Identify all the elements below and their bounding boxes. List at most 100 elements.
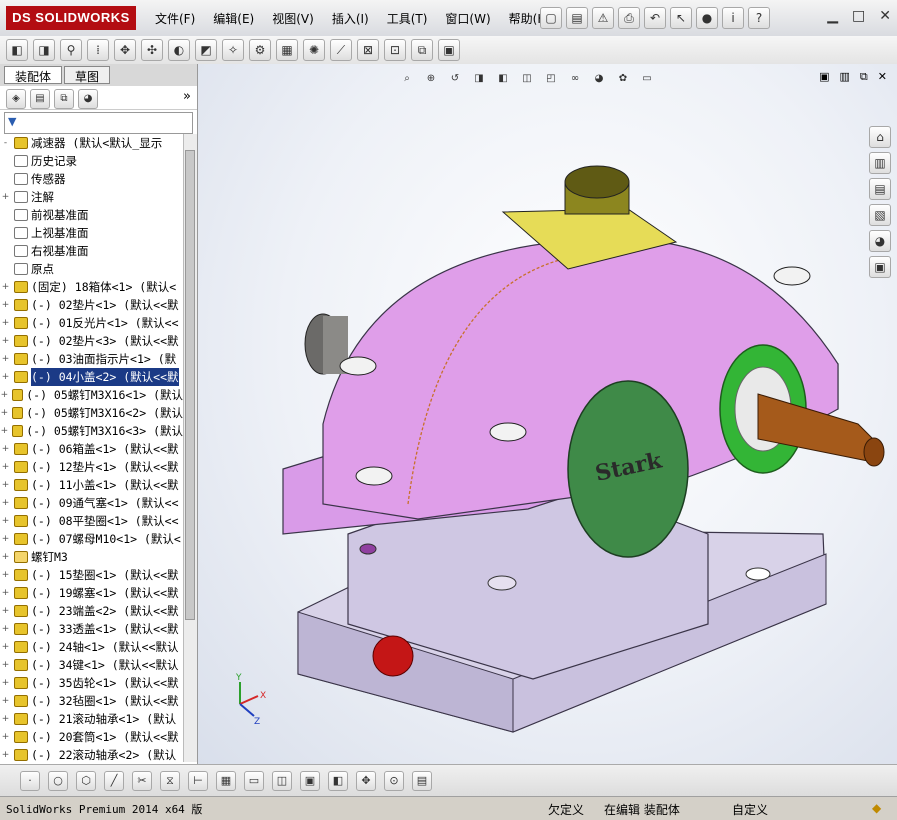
tree-item[interactable]: + (-) 35齿轮<1> (默认<<默 <box>0 674 183 692</box>
maximize-icon[interactable]: □ <box>852 8 865 24</box>
expand-toggle-icon[interactable]: + <box>0 368 11 386</box>
tree-item[interactable]: + (-) 20套筒<1> (默认<<默 <box>0 728 183 746</box>
expand-toggle-icon[interactable]: + <box>0 656 11 674</box>
filter-box[interactable]: ▼ <box>4 112 193 134</box>
undo-icon[interactable]: ↶ <box>644 7 666 29</box>
tree-item[interactable]: 历史记录 <box>0 152 183 170</box>
minimize-icon[interactable]: ▁ <box>827 8 838 24</box>
menu-item-0[interactable]: 文件(F) <box>146 10 204 27</box>
interference-detection-icon[interactable]: ⊠ <box>357 39 379 61</box>
clearance-verification-icon[interactable]: ⊡ <box>384 39 406 61</box>
tree-scrollbar[interactable] <box>183 134 197 762</box>
tree-item[interactable]: + (-) 11小盖<1> (默认<<默 <box>0 476 183 494</box>
reference-geometry-icon[interactable]: ✧ <box>222 39 244 61</box>
tree-item[interactable]: + (-) 08平垫圈<1> (默认<< <box>0 512 183 530</box>
gear-reducer-model[interactable]: Stark Y X Z <box>198 64 897 764</box>
expand-toggle-icon[interactable]: + <box>0 710 11 728</box>
grid-icon[interactable]: ▦ <box>216 771 236 791</box>
tree-item[interactable]: + (-) 02垫片<3> (默认<<默 <box>0 332 183 350</box>
tree-item[interactable]: + (-) 34键<1> (默认<<默认 <box>0 656 183 674</box>
configuration-manager-icon[interactable]: ⧉ <box>54 89 74 109</box>
tree-item[interactable]: + (-) 33透盖<1> (默认<<默 <box>0 620 183 638</box>
mirror-icon[interactable]: ⧖ <box>160 771 180 791</box>
insert-component-icon[interactable]: ◧ <box>6 39 28 61</box>
tree-item[interactable]: + 螺钉M3 <box>0 548 183 566</box>
feature-manager-icon[interactable]: ◈ <box>6 89 26 109</box>
expand-toggle-icon[interactable]: + <box>0 602 11 620</box>
tree-item[interactable]: + (-) 02垫片<1> (默认<<默 <box>0 296 183 314</box>
select-pointer-icon[interactable]: ↖ <box>670 7 692 29</box>
traffic-light-icon[interactable]: ● <box>696 7 718 29</box>
new-document-icon[interactable]: ▢ <box>540 7 562 29</box>
section-icon[interactable]: ◧ <box>328 771 348 791</box>
tab-sketch[interactable]: 草图 <box>64 66 111 84</box>
menu-item-3[interactable]: 插入(I) <box>323 10 378 27</box>
home-icon[interactable]: ⌂ <box>869 126 891 148</box>
appearances-icon[interactable]: ◕ <box>869 230 891 252</box>
view-palette-icon[interactable]: ▧ <box>869 204 891 226</box>
expand-toggle-icon[interactable]: + <box>0 584 11 602</box>
tree-item[interactable]: + (-) 04小盖<2> (默认<<默 <box>0 368 183 386</box>
dimension-icon[interactable]: ⊢ <box>188 771 208 791</box>
move-component-icon[interactable]: ✣ <box>141 39 163 61</box>
circle-icon[interactable]: ○ <box>48 771 68 791</box>
expand-toggle-icon[interactable]: + <box>0 314 11 332</box>
expand-toggle-icon[interactable]: + <box>0 476 11 494</box>
tree-item[interactable]: - 减速器 (默认<默认_显示 <box>0 134 183 152</box>
expand-toggle-icon[interactable]: + <box>0 332 11 350</box>
expand-toggle-icon[interactable]: + <box>0 458 11 476</box>
tree-item[interactable]: + (固定) 18箱体<1> (默认< <box>0 278 183 296</box>
tree-item[interactable]: + (-) 32毡圈<1> (默认<<默 <box>0 692 183 710</box>
bill-of-materials-icon[interactable]: ▦ <box>276 39 298 61</box>
expand-toggle-icon[interactable]: + <box>0 512 11 530</box>
table-icon[interactable]: ▤ <box>412 771 432 791</box>
trim-icon[interactable]: ✂ <box>132 771 152 791</box>
tree-item[interactable]: 原点 <box>0 260 183 278</box>
graphics-area[interactable]: ⌕ ⊕ ↺ ◨ ◧ ◫ ◰ ∞ ◕ ✿ ▭ ▣ ▥ ⧉ ✕ Stark Y X … <box>198 64 897 764</box>
expand-toggle-icon[interactable]: + <box>0 692 11 710</box>
tree-item[interactable]: + (-) 05螺钉M3X16<2> (默认 <box>0 404 183 422</box>
expand-toggle-icon[interactable]: + <box>0 728 11 746</box>
rebuild-warning-icon[interactable]: ⚠ <box>592 7 614 29</box>
tree-item[interactable]: + (-) 21滚动轴承<1> (默认 <box>0 710 183 728</box>
tree-item[interactable]: + (-) 06箱盖<1> (默认<<默 <box>0 440 183 458</box>
menu-item-5[interactable]: 窗口(W) <box>436 10 499 27</box>
shaded-view-icon[interactable]: ▣ <box>300 771 320 791</box>
tree-item[interactable]: + (-) 01反光片<1> (默认<< <box>0 314 183 332</box>
new-motion-study-icon[interactable]: ⚙ <box>249 39 271 61</box>
tree-item[interactable]: 右视基准面 <box>0 242 183 260</box>
tree-item[interactable]: 传感器 <box>0 170 183 188</box>
tree-item[interactable]: 前视基准面 <box>0 206 183 224</box>
polygon-icon[interactable]: ⬡ <box>76 771 96 791</box>
explode-line-sketch-icon[interactable]: ⟋ <box>330 39 352 61</box>
expand-toggle-icon[interactable]: + <box>0 350 11 368</box>
close-icon[interactable]: ✕ <box>879 8 891 24</box>
expand-toggle-icon[interactable]: + <box>0 386 9 404</box>
tree-item[interactable]: 上视基准面 <box>0 224 183 242</box>
tree-item[interactable]: + (-) 23端盖<2> (默认<<默 <box>0 602 183 620</box>
expand-panel-icon[interactable]: » <box>183 89 191 106</box>
tree-item[interactable]: + (-) 24轴<1> (默认<<默认 <box>0 638 183 656</box>
tree-item[interactable]: + 注解 <box>0 188 183 206</box>
expand-toggle-icon[interactable]: + <box>0 548 11 566</box>
tree-item[interactable]: + (-) 22滚动轴承<2> (默认 <box>0 746 183 762</box>
point-icon[interactable]: · <box>20 771 40 791</box>
tree-item[interactable]: + (-) 03油面指示片<1> (默 <box>0 350 183 368</box>
tree-item[interactable]: + (-) 07螺母M10<1> (默认< <box>0 530 183 548</box>
expand-toggle-icon[interactable]: + <box>0 530 11 548</box>
rectangle-icon[interactable]: ▭ <box>244 771 264 791</box>
show-hidden-icon[interactable]: ◐ <box>168 39 190 61</box>
tree-scrollbar-thumb[interactable] <box>185 150 195 620</box>
property-manager-icon[interactable]: ▤ <box>30 89 50 109</box>
status-custom[interactable]: 自定义 <box>732 801 768 818</box>
file-explorer-icon[interactable]: ▤ <box>869 178 891 200</box>
expand-toggle-icon[interactable]: + <box>0 278 11 296</box>
expand-toggle-icon[interactable]: + <box>0 620 11 638</box>
cube-icon[interactable]: ◫ <box>272 771 292 791</box>
design-library-icon[interactable]: ▥ <box>869 152 891 174</box>
menu-item-1[interactable]: 编辑(E) <box>204 10 263 27</box>
tree-item[interactable]: + (-) 05螺钉M3X16<1> (默认 <box>0 386 183 404</box>
tree-item[interactable]: + (-) 15垫圈<1> (默认<<默 <box>0 566 183 584</box>
tree-item[interactable]: + (-) 09通气塞<1> (默认<< <box>0 494 183 512</box>
expand-toggle-icon[interactable]: + <box>0 494 11 512</box>
